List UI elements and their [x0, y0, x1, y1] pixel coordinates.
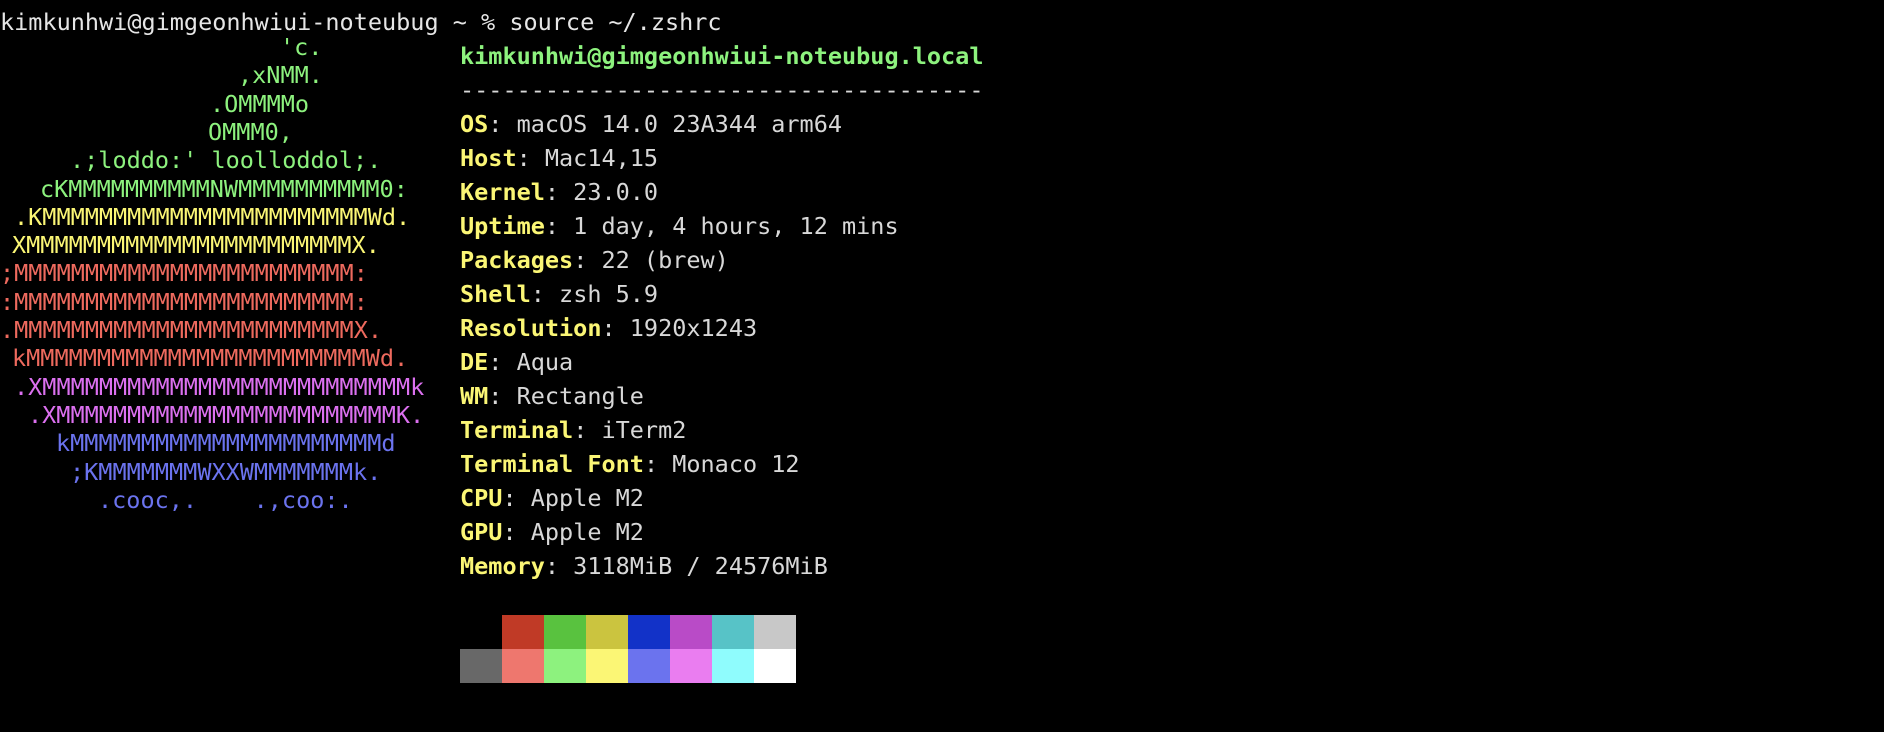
info-label: OS	[460, 110, 489, 138]
info-row-shell: Shell: zsh 5.9	[460, 277, 1280, 311]
color-swatch	[460, 649, 502, 683]
info-row-terminal-font: Terminal Font: Monaco 12	[460, 447, 1280, 481]
color-swatch	[670, 649, 712, 683]
info-label: WM	[460, 382, 489, 410]
logo-line: .XMMMMMMMMMMMMMMMMMMMMMMMMK.	[28, 400, 425, 429]
info-row-packages: Packages: 22 (brew)	[460, 243, 1280, 277]
color-swatch	[544, 615, 586, 649]
color-swatch	[754, 649, 796, 683]
info-row-gpu: GPU: Apple M2	[460, 515, 1280, 549]
logo-line: .XMMMMMMMMMMMMMMMMMMMMMMMMMMk	[14, 372, 425, 401]
logo-line: 'c.	[280, 33, 323, 61]
info-label: Shell	[460, 280, 531, 308]
info-value: : Apple M2	[502, 484, 644, 512]
logo-line: OMMM0,	[208, 117, 293, 146]
info-row-kernel: Kernel: 23.0.0	[460, 175, 1280, 209]
info-value: : Monaco 12	[643, 450, 800, 478]
color-swatch	[460, 615, 502, 649]
info-value: : iTerm2	[573, 416, 687, 444]
logo-line: .OMMMMo	[210, 89, 310, 118]
logo-line: cKMMMMMMMMMMNWMMMMMMMMMM0:	[40, 174, 408, 203]
info-label: DE	[460, 348, 489, 376]
info-value: : Apple M2	[502, 518, 644, 546]
info-label: Uptime	[460, 212, 545, 240]
info-row-host: Host: Mac14,15	[460, 141, 1280, 175]
info-label: Memory	[460, 552, 545, 580]
logo-line: kMMMMMMMMMMMMMMMMMMMMMMd	[56, 429, 396, 458]
info-label: Terminal	[460, 416, 574, 444]
info-value: : Mac14,15	[516, 144, 659, 172]
color-swatch	[628, 649, 670, 683]
info-label: Packages	[460, 246, 574, 274]
info-value: : Rectangle	[488, 382, 644, 410]
color-swatch	[544, 649, 586, 683]
info-value: : Aqua	[488, 348, 574, 376]
logo-line: ;MMMMMMMMMMMMMMMMMMMMMMMM:	[0, 259, 368, 288]
info-row-terminal: Terminal: iTerm2	[460, 413, 1280, 447]
color-palette	[460, 615, 796, 683]
shell-prompt-line: kimkunhwi@gimgeonhwiui-noteubug ~ % sour…	[0, 8, 722, 36]
logo-line: kMMMMMMMMMMMMMMMMMMMMMMMMWd.	[12, 344, 409, 373]
logo-line: :MMMMMMMMMMMMMMMMMMMMMMMM:	[0, 287, 368, 316]
color-swatch	[670, 615, 712, 649]
logo-line: ;KMMMMMMMWXXWMMMMMMMk.	[70, 457, 382, 486]
system-info-panel: kimkunhwi@gimgeonhwiui-noteubug.local --…	[460, 39, 1280, 583]
color-swatch	[502, 649, 544, 683]
logo-line: .cooc,. .,coo:.	[98, 485, 353, 514]
info-row-os: OS: macOS 14.0 23A344 arm64	[460, 107, 1280, 141]
info-row-resolution: Resolution: 1920x1243	[460, 311, 1280, 345]
color-swatch	[502, 615, 544, 649]
logo-line: .MMMMMMMMMMMMMMMMMMMMMMMMX.	[0, 316, 383, 344]
info-value: : 1 day, 4 hours, 12 mins	[544, 212, 899, 240]
color-swatch	[586, 615, 628, 649]
title-separator: -------------------------------------	[460, 76, 984, 104]
logo-line: ,xNMM.	[238, 61, 323, 90]
color-swatch	[712, 615, 754, 649]
info-row-wm: WM: Rectangle	[460, 379, 1280, 413]
info-label: Host	[460, 144, 517, 172]
info-label: Resolution	[460, 314, 602, 342]
info-value: : 23.0.0	[544, 178, 659, 206]
info-label: Terminal Font	[460, 450, 644, 478]
info-row-uptime: Uptime: 1 day, 4 hours, 12 mins	[460, 209, 1280, 243]
info-value: : 3118MiB / 24576MiB	[544, 552, 828, 580]
info-label: GPU	[460, 518, 503, 546]
info-value: : zsh 5.9	[530, 280, 659, 308]
info-row-de: DE: Aqua	[460, 345, 1280, 379]
info-row-cpu: CPU: Apple M2	[460, 481, 1280, 515]
color-swatch	[586, 649, 628, 683]
logo-line: .KMMMMMMMMMMMMMMMMMMMMMMMWd.	[14, 202, 411, 231]
info-row-memory: Memory: 3118MiB / 24576MiB	[460, 549, 1280, 583]
logo-line: .;loddo:' loolloddol;.	[70, 146, 382, 175]
info-label: CPU	[460, 484, 503, 512]
user-host-title: kimkunhwi@gimgeonhwiui-noteubug.local	[460, 42, 984, 70]
color-swatch	[754, 615, 796, 649]
color-swatch	[712, 649, 754, 683]
logo-line: XMMMMMMMMMMMMMMMMMMMMMMMX.	[12, 231, 380, 260]
info-rows: OS: macOS 14.0 23A344 arm64 Host: Mac14,1…	[460, 107, 1280, 583]
info-label: Kernel	[460, 178, 545, 206]
info-value: : macOS 14.0 23A344 arm64	[488, 110, 843, 138]
info-value: : 22 (brew)	[573, 246, 729, 274]
info-value: : 1920x1243	[601, 314, 758, 342]
color-swatch	[628, 615, 670, 649]
